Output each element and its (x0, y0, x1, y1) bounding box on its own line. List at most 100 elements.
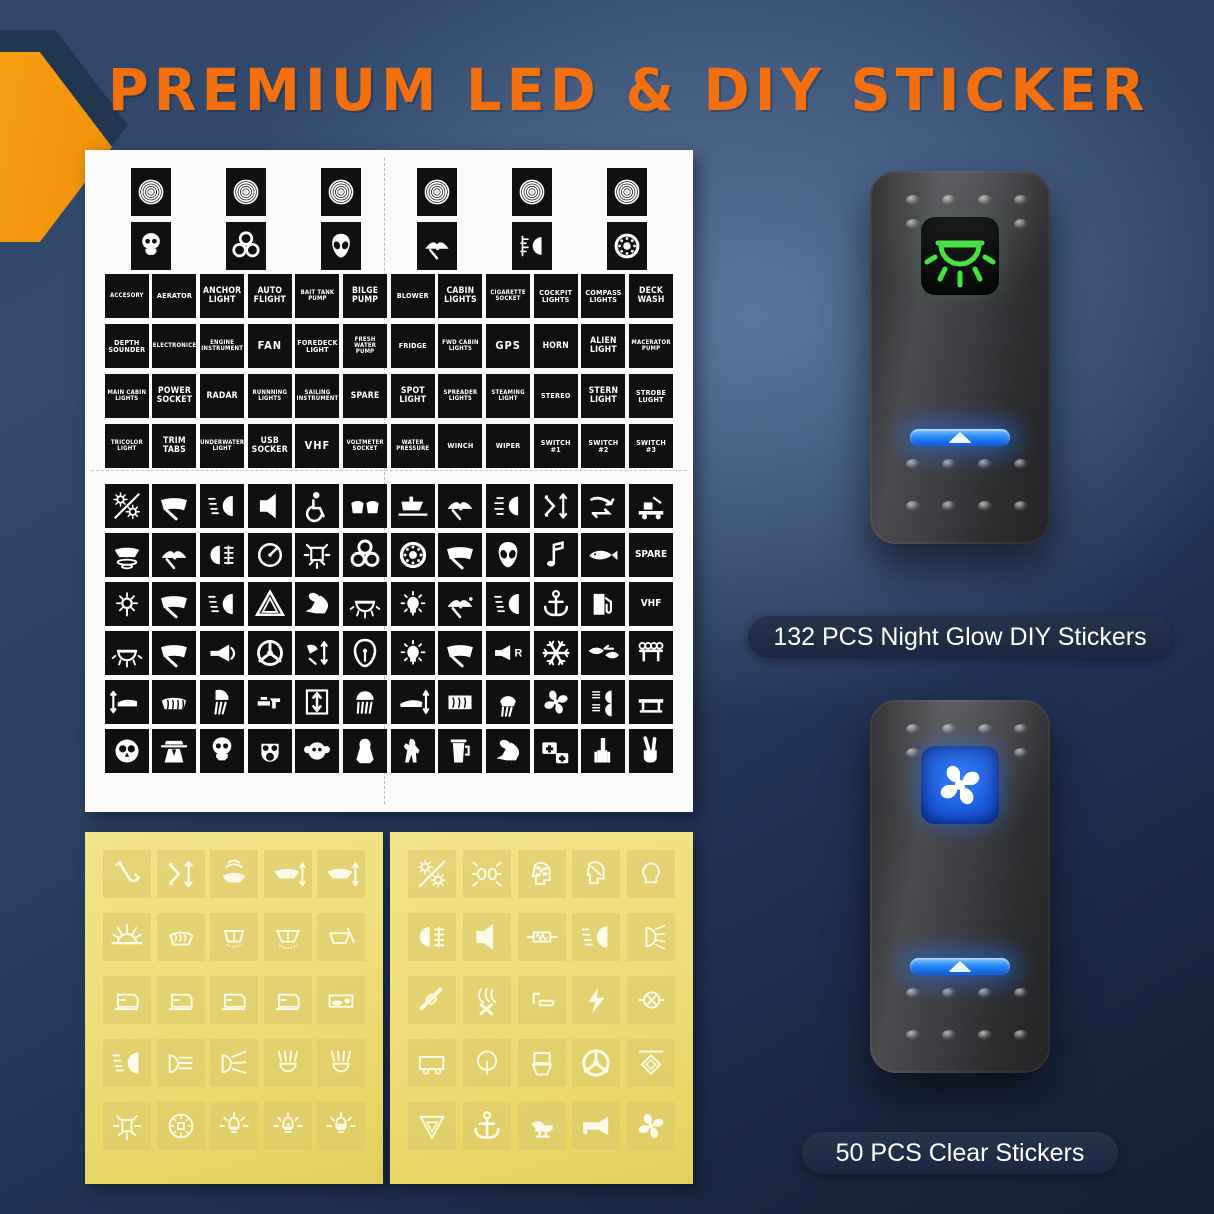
sticker-icon-tile[interactable] (438, 582, 483, 626)
sticker-icon-tile[interactable] (200, 631, 245, 675)
sticker-icon-tile[interactable] (581, 631, 626, 675)
sticker-icon-tile[interactable] (104, 533, 149, 577)
sticker-label-tile[interactable]: SAILING INSTRUMENT (295, 374, 340, 418)
sticker-tile[interactable] (225, 222, 266, 270)
clear-sticker-tile[interactable] (156, 913, 205, 961)
clear-sticker-tile[interactable] (210, 913, 258, 961)
sticker-label-tile[interactable]: ALIEN LIGHT (581, 324, 626, 368)
sticker-label-tile[interactable]: MACERATOR PUMP (629, 324, 674, 368)
sticker-icon-tile[interactable] (533, 533, 578, 577)
clear-sticker-tile[interactable] (408, 1039, 456, 1087)
sticker-icon-tile[interactable] (581, 729, 626, 773)
sticker-label-tile[interactable]: WIPER (486, 424, 531, 468)
clear-sticker-tile[interactable] (572, 976, 621, 1024)
sticker-icon-tile[interactable]: R (486, 631, 531, 675)
sticker-label-tile[interactable]: FAN (247, 324, 292, 368)
sticker-icon-tile[interactable] (200, 484, 245, 528)
sticker-label-tile[interactable]: RUNNNING LIGHTS (247, 374, 292, 418)
sticker-icon-tile[interactable] (295, 484, 340, 528)
sticker-icon-tile[interactable] (343, 484, 388, 528)
sticker-icon-tile[interactable] (295, 729, 340, 773)
sticker-tile[interactable] (416, 222, 457, 270)
clear-sticker-tile[interactable] (156, 850, 205, 898)
sticker-label-tile[interactable]: VOLTMETER SOCKET (343, 424, 388, 468)
clear-sticker-rocker-switch[interactable] (870, 700, 1050, 1073)
clear-sticker-tile[interactable] (462, 1039, 511, 1087)
sticker-label-tile[interactable]: TRICOLOR LIGHT (104, 424, 149, 468)
sticker-icon-tile[interactable] (295, 533, 340, 577)
clear-sticker-tile[interactable] (517, 913, 566, 961)
clear-sticker-tile[interactable] (627, 1102, 675, 1150)
clear-sticker-tile[interactable] (517, 976, 566, 1024)
sticker-label-tile[interactable]: SPREADER LIGHTS (438, 374, 483, 418)
sticker-icon-tile[interactable] (486, 729, 531, 773)
sticker-icon-tile[interactable] (200, 582, 245, 626)
sticker-icon-tile[interactable] (533, 631, 578, 675)
sticker-tile[interactable] (607, 168, 648, 216)
sticker-label-tile[interactable]: COMPASS LIGHTS (581, 274, 626, 318)
clear-sticker-tile[interactable] (103, 976, 151, 1024)
sticker-icon-tile[interactable] (390, 680, 435, 724)
sticker-tile[interactable] (130, 168, 171, 216)
sticker-icon-tile[interactable] (152, 680, 197, 724)
clear-sticker-tile[interactable] (517, 1102, 566, 1150)
sticker-icon-tile[interactable] (343, 582, 388, 626)
sticker-icon-tile[interactable] (438, 729, 483, 773)
sticker-tile[interactable] (321, 222, 362, 270)
sticker-icon-tile[interactable] (533, 729, 578, 773)
sticker-icon-tile[interactable] (629, 484, 674, 528)
sticker-icon-tile[interactable] (486, 680, 531, 724)
sticker-icon-tile[interactable] (104, 484, 149, 528)
clear-sticker-tile[interactable] (263, 1102, 312, 1150)
clear-sticker-tile[interactable] (263, 850, 312, 898)
clear-sticker-tile[interactable] (627, 1039, 675, 1087)
sticker-icon-tile[interactable] (629, 729, 674, 773)
sticker-icon-tile[interactable] (295, 680, 340, 724)
sticker-label-tile[interactable]: BAIT TANK PUMP (295, 274, 340, 318)
clear-sticker-tile[interactable] (156, 1102, 205, 1150)
sticker-icon-tile[interactable] (438, 631, 483, 675)
sticker-label-tile[interactable]: CABIN LIGHTS (438, 274, 483, 318)
sticker-tile[interactable] (321, 168, 362, 216)
sticker-label-tile[interactable]: AERATOR (152, 274, 197, 318)
sticker-label-tile[interactable]: FRESH WATER PUMP (343, 324, 388, 368)
sticker-icon-tile[interactable] (486, 533, 531, 577)
sticker-label-tile[interactable]: COCKPIT LIGHTS (533, 274, 578, 318)
sticker-icon-tile[interactable] (581, 582, 626, 626)
sticker-label-tile[interactable]: ENGINE INSTRUMENT (200, 324, 245, 368)
sticker-icon-tile[interactable] (390, 729, 435, 773)
sticker-label-tile[interactable]: WINCH (438, 424, 483, 468)
sticker-label-tile[interactable]: SWITCH #1 (533, 424, 578, 468)
sticker-icon-tile[interactable] (295, 631, 340, 675)
sticker-icon-tile[interactable] (581, 680, 626, 724)
sticker-icon-tile[interactable] (200, 729, 245, 773)
sticker-icon-tile[interactable] (247, 533, 292, 577)
sticker-label-tile[interactable]: TRIM TABS (152, 424, 197, 468)
sticker-icon-tile[interactable]: SPARE (629, 533, 674, 577)
sticker-icon-tile[interactable] (200, 680, 245, 724)
sticker-label-tile[interactable]: GPS (486, 324, 531, 368)
clear-sticker-tile[interactable] (572, 1102, 621, 1150)
sticker-label-tile[interactable]: STEREO (533, 374, 578, 418)
sticker-icon-tile[interactable] (152, 533, 197, 577)
sticker-icon-tile[interactable] (438, 680, 483, 724)
sticker-tile[interactable] (511, 222, 552, 270)
sticker-label-tile[interactable]: POWER SOCKET (152, 374, 197, 418)
sticker-icon-tile[interactable] (247, 680, 292, 724)
sticker-icon-tile[interactable] (629, 680, 674, 724)
sticker-icon-tile[interactable] (104, 729, 149, 773)
sticker-label-tile[interactable]: CIGARETTE SOCKET (486, 274, 531, 318)
sticker-icon-tile[interactable] (152, 631, 197, 675)
sticker-icon-tile[interactable] (247, 484, 292, 528)
sticker-label-tile[interactable]: RADAR (200, 374, 245, 418)
sticker-icon-tile[interactable] (629, 631, 674, 675)
clear-sticker-tile[interactable] (103, 1102, 151, 1150)
sticker-icon-tile[interactable] (343, 631, 388, 675)
clear-sticker-tile[interactable] (408, 913, 456, 961)
clear-sticker-tile[interactable] (210, 1102, 258, 1150)
clear-sticker-tile[interactable] (263, 976, 312, 1024)
sticker-label-tile[interactable]: ELECTRONICE (152, 324, 197, 368)
clear-sticker-tile[interactable] (517, 850, 566, 898)
sticker-icon-tile[interactable] (533, 484, 578, 528)
sticker-label-tile[interactable]: FRIDGE (390, 324, 435, 368)
